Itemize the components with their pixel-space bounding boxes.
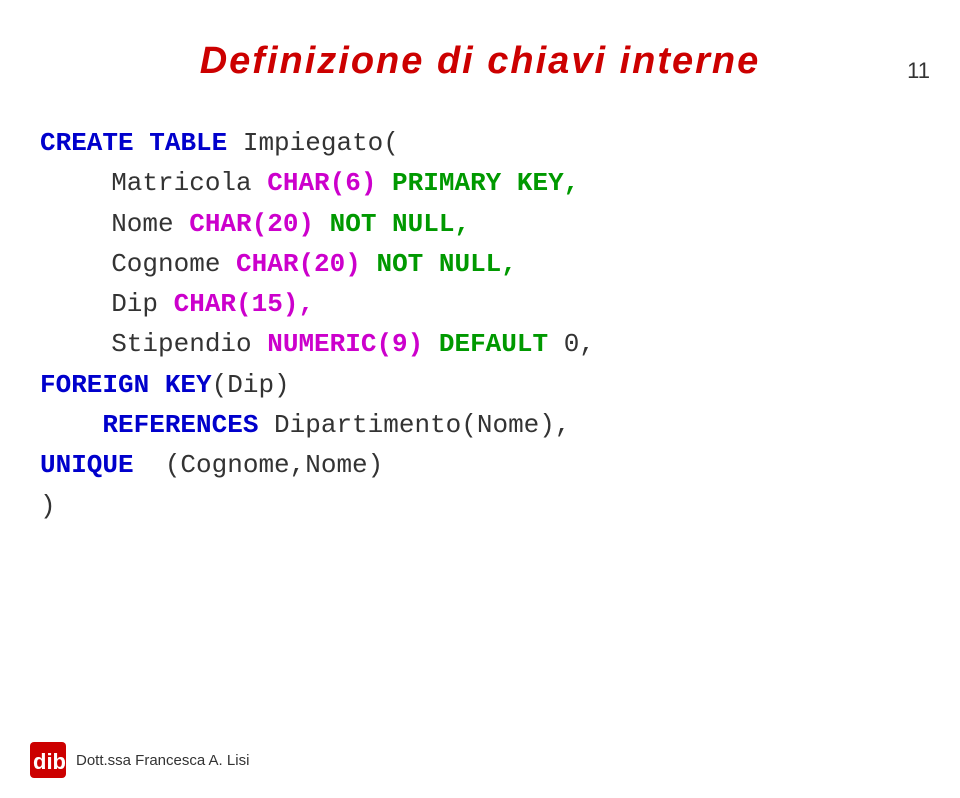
keyword-table-space	[134, 128, 150, 158]
code-impiegato: Impiegato(	[227, 128, 399, 158]
code-line-6: Stipendio NUMERIC(9) DEFAULT 0,	[40, 324, 960, 364]
keyword-not-null-nome: NOT NULL,	[314, 209, 470, 239]
keyword-default: DEFAULT	[423, 329, 548, 359]
code-line-2: Matricola CHAR(6) PRIMARY KEY,	[40, 163, 960, 203]
code-close-paren: )	[40, 491, 56, 521]
keyword-foreign: FOREIGN	[40, 370, 149, 400]
keyword-primary-key: PRIMARY KEY,	[376, 168, 579, 198]
keyword-char6: CHAR(6)	[267, 168, 376, 198]
code-stipendio: Stipendio	[80, 329, 267, 359]
footer: dib Dott.ssa Francesca A. Lisi	[30, 742, 249, 778]
code-dip-ref: (Dip)	[212, 370, 290, 400]
code-line-5: Dip CHAR(15),	[40, 284, 960, 324]
keyword-char20-cognome: CHAR(20)	[236, 249, 361, 279]
code-line-9: UNIQUE (Cognome,Nome)	[40, 445, 960, 485]
keyword-char15: CHAR(15),	[174, 289, 314, 319]
slide-title: Definizione di chiavi interne	[0, 40, 960, 83]
code-line-3: Nome CHAR(20) NOT NULL,	[40, 204, 960, 244]
keyword-char20-nome: CHAR(20)	[189, 209, 314, 239]
code-line-7: FOREIGN KEY(Dip)	[40, 365, 960, 405]
dib-logo: dib	[30, 742, 66, 778]
code-cognome: Cognome	[80, 249, 236, 279]
keyword-numeric9: NUMERIC(9)	[267, 329, 423, 359]
code-line-4: Cognome CHAR(20) NOT NULL,	[40, 244, 960, 284]
code-unique-cols: (Cognome,Nome)	[134, 450, 384, 480]
code-line-1: CREATE TABLE Impiegato(	[40, 123, 960, 163]
code-space-fk	[149, 370, 165, 400]
code-dipartimento: Dipartimento(Nome),	[258, 410, 570, 440]
keyword-not-null-cognome: NOT NULL,	[361, 249, 517, 279]
keyword-create: CREATE	[40, 128, 134, 158]
code-line-8: REFERENCES Dipartimento(Nome),	[40, 405, 960, 445]
page-number: 11	[907, 58, 930, 84]
keyword-key: KEY	[165, 370, 212, 400]
code-block: CREATE TABLE Impiegato( Matricola CHAR(6…	[40, 123, 960, 526]
keyword-unique: UNIQUE	[40, 450, 134, 480]
code-matricola: Matricola	[80, 168, 267, 198]
footer-text: Dott.ssa Francesca A. Lisi	[76, 752, 249, 769]
code-nome: Nome	[80, 209, 189, 239]
code-dip: Dip	[80, 289, 174, 319]
code-default-val: 0,	[548, 329, 595, 359]
keyword-references: REFERENCES	[40, 410, 258, 440]
keyword-table: TABLE	[149, 128, 227, 158]
code-line-10: )	[40, 486, 960, 526]
svg-text:dib: dib	[33, 749, 66, 774]
